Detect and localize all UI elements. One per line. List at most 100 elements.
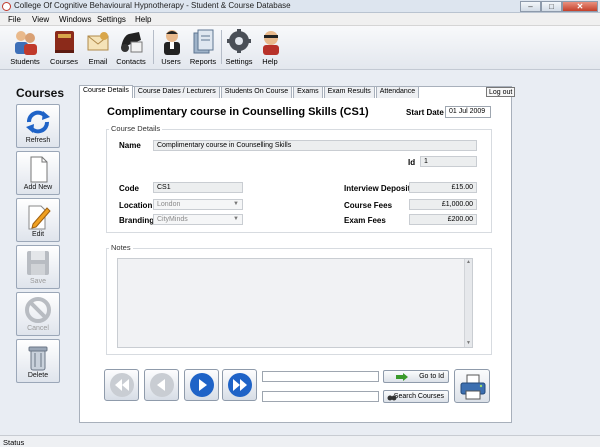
maximize-button[interactable]: □ [541, 1, 562, 12]
users-icon [158, 28, 186, 55]
location-select[interactable]: London ▼ [153, 199, 243, 210]
notes-scrollbar[interactable]: ▲ ▼ [464, 259, 472, 347]
menu-settings[interactable]: Settings [97, 15, 126, 24]
exam-fees-label: Exam Fees [344, 216, 386, 225]
courses-icon [50, 28, 78, 55]
toolbar-help-button[interactable]: Help [257, 28, 283, 66]
course-fees-label: Course Fees [344, 201, 393, 210]
app-icon [2, 2, 11, 11]
goto-id-button[interactable]: Go to Id [383, 370, 449, 383]
toolbar-users-button[interactable]: Users [158, 28, 184, 66]
toolbar-contacts-button[interactable]: Contacts [114, 28, 148, 66]
course-fees-field[interactable]: £1,000.00 [409, 199, 477, 210]
logout-link[interactable]: Log out [486, 87, 516, 97]
exam-fees-field[interactable]: £200.00 [409, 214, 477, 225]
tab-course-details[interactable]: Course Details [79, 85, 133, 98]
refresh-button[interactable]: Refresh [16, 104, 60, 148]
branding-label: Branding [119, 216, 155, 225]
toolbar-reports-button[interactable]: Reports [189, 28, 217, 66]
arrow-right-icon [396, 373, 408, 381]
save-disk-icon [23, 249, 53, 277]
id-field[interactable]: 1 [420, 156, 477, 167]
tab-bar: Course Details Course Dates / Lecturers … [79, 85, 420, 98]
title-bar: College Of Cognitive Behavioural Hypnoth… [0, 0, 600, 13]
goto-id-label: Go to Id [419, 373, 444, 380]
interview-deposit-label: Interview Deposit [344, 184, 411, 193]
code-label: Code [119, 184, 139, 193]
code-field[interactable]: CS1 [153, 182, 243, 193]
toolbar-settings-button[interactable]: Settings [225, 28, 253, 66]
last-record-button[interactable] [222, 369, 257, 401]
trash-icon [23, 343, 53, 371]
help-icon [257, 28, 285, 55]
name-label: Name [119, 141, 141, 150]
previous-record-icon [150, 373, 174, 397]
cancel-icon [23, 296, 53, 324]
edit-pencil-icon [23, 202, 53, 230]
tab-exam-results[interactable]: Exam Results [323, 86, 375, 98]
chevron-down-icon: ▼ [233, 201, 239, 207]
course-details-legend: Course Details [109, 124, 163, 133]
notes-textarea[interactable]: ▲ ▼ [117, 258, 473, 348]
menu-bar: File View Windows Settings Help [0, 13, 600, 26]
new-document-icon [23, 155, 53, 183]
next-record-icon [190, 373, 214, 397]
students-icon [11, 28, 39, 55]
close-button[interactable]: ✕ [562, 1, 598, 12]
tab-course-dates-lecturers[interactable]: Course Dates / Lecturers [133, 86, 220, 98]
search-courses-label: Search Courses [393, 393, 444, 400]
save-button[interactable]: Save [16, 245, 60, 289]
add-new-button[interactable]: Add New [16, 151, 60, 195]
settings-icon [225, 28, 253, 55]
print-button[interactable] [454, 369, 490, 403]
branding-value: CityMinds [157, 216, 188, 223]
toolbar-email-button[interactable]: Email [84, 28, 112, 66]
location-label: Location [119, 201, 153, 210]
window-title: College Of Cognitive Behavioural Hypnoth… [14, 1, 291, 10]
minimize-button[interactable]: – [520, 1, 541, 12]
start-date-label: Start Date [406, 108, 444, 117]
search-courses-input[interactable] [262, 391, 379, 402]
menu-view[interactable]: View [32, 15, 49, 24]
delete-button[interactable]: Delete [16, 339, 60, 383]
window-controls: – □ ✕ [520, 1, 598, 12]
toolbar-courses-button[interactable]: Courses [48, 28, 80, 66]
notes-legend: Notes [109, 243, 133, 252]
search-courses-button[interactable]: Search Courses [383, 390, 449, 403]
toolbar: Students Courses Email Contacts Users Re… [0, 26, 600, 70]
email-icon [84, 28, 112, 55]
menu-file[interactable]: File [8, 15, 21, 24]
tab-exams[interactable]: Exams [293, 86, 323, 98]
chevron-down-icon: ▼ [233, 216, 239, 222]
reports-icon [189, 28, 217, 55]
first-record-icon [110, 373, 134, 397]
start-date-field[interactable]: 01 Jul 2009 [445, 106, 491, 118]
printer-icon [460, 374, 486, 400]
course-title: Complimentary course in Counselling Skil… [107, 106, 369, 118]
interview-deposit-field[interactable]: £15.00 [409, 182, 477, 193]
sidebar-heading: Courses [16, 86, 65, 100]
status-text: Status [3, 438, 25, 447]
tab-students-on-course[interactable]: Students On Course [220, 86, 293, 98]
contacts-icon [117, 28, 145, 55]
tab-attendance[interactable]: Attendance [375, 86, 420, 98]
branding-select[interactable]: CityMinds ▼ [153, 214, 243, 225]
last-record-icon [228, 373, 252, 397]
previous-record-button[interactable] [144, 369, 179, 401]
menu-help[interactable]: Help [135, 15, 151, 24]
goto-id-input[interactable] [262, 371, 379, 382]
id-label: Id [408, 158, 416, 167]
first-record-button[interactable] [104, 369, 139, 401]
toolbar-separator [153, 30, 154, 64]
edit-button[interactable]: Edit [16, 198, 60, 242]
scroll-up-icon[interactable]: ▲ [465, 259, 472, 266]
cancel-button[interactable]: Cancel [16, 292, 60, 336]
menu-windows[interactable]: Windows [59, 15, 91, 24]
toolbar-separator [221, 30, 222, 64]
scroll-down-icon[interactable]: ▼ [465, 340, 472, 347]
next-record-button[interactable] [184, 369, 219, 401]
location-value: London [157, 201, 181, 208]
name-field[interactable]: Complimentary course in Counselling Skil… [153, 140, 477, 151]
binoculars-icon [387, 395, 397, 401]
toolbar-students-button[interactable]: Students [8, 28, 42, 66]
